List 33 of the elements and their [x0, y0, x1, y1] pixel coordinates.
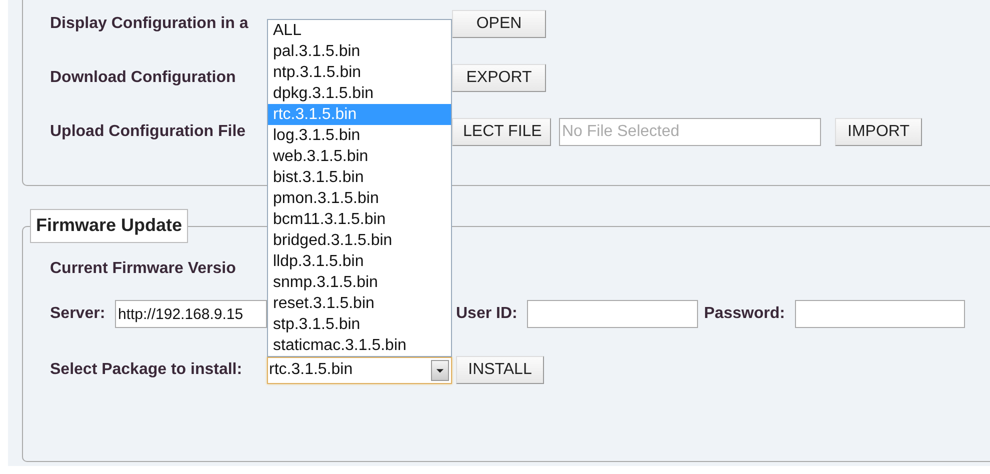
dropdown-option[interactable]: lldp.3.1.5.bin: [268, 250, 451, 272]
field-label: Server:: [50, 305, 106, 323]
field-label: Select Package to install:: [50, 361, 244, 379]
field-label: Upload Configuration File: [50, 123, 247, 141]
dropdown-option[interactable]: bcm11.3.1.5.bin: [268, 208, 451, 230]
action-button[interactable]: LECT FILE: [452, 118, 551, 146]
action-button[interactable]: IMPORT: [835, 118, 922, 146]
user-id-field[interactable]: [527, 300, 698, 328]
dropdown-option[interactable]: stp.3.1.5.bin: [268, 314, 451, 334]
dropdown-option[interactable]: staticmac.3.1.5.bin: [268, 334, 451, 356]
action-button[interactable]: OPEN: [452, 10, 546, 38]
dropdown-option[interactable]: log.3.1.5.bin: [268, 124, 451, 146]
field-label: Download Configuration: [50, 69, 237, 87]
dropdown-option[interactable]: reset.3.1.5.bin: [268, 292, 451, 314]
dropdown-option[interactable]: bridged.3.1.5.bin: [268, 230, 451, 250]
action-button[interactable]: EXPORT: [452, 64, 546, 92]
field-label: Current Firmware Versio: [50, 260, 236, 278]
dropdown-option[interactable]: bist.3.1.5.bin: [268, 166, 451, 188]
dropdown-option[interactable]: ALL: [268, 20, 451, 40]
field-label: Display Configuration in a: [50, 15, 250, 33]
dropdown-option[interactable]: snmp.3.1.5.bin: [268, 272, 451, 292]
section-title: Firmware Update: [30, 209, 188, 243]
field-label: Password:: [704, 305, 786, 323]
server-field[interactable]: http://192.168.9.15: [115, 300, 267, 328]
dropdown-option[interactable]: web.3.1.5.bin: [268, 146, 451, 166]
password-field[interactable]: [795, 300, 965, 328]
package-dropdown[interactable]: rtc.3.1.5.bin: [267, 356, 452, 384]
field-label: User ID:: [456, 305, 518, 323]
install-button[interactable]: INSTALL: [456, 356, 544, 384]
dropdown-option[interactable]: ntp.3.1.5.bin: [268, 62, 451, 82]
dropdown-option[interactable]: dpkg.3.1.5.bin: [268, 82, 451, 104]
dropdown-option[interactable]: pmon.3.1.5.bin: [268, 188, 451, 208]
dropdown-option[interactable]: pal.3.1.5.bin: [268, 40, 451, 62]
